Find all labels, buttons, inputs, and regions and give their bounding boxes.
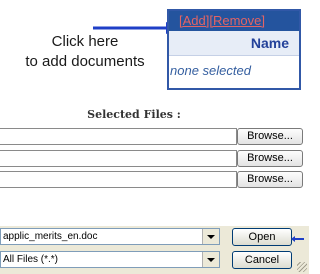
file-name-value: applic_merits_en.doc — [3, 231, 98, 242]
browse-button[interactable]: Browse... — [237, 150, 303, 167]
remove-link[interactable]: [Remove] — [209, 13, 265, 28]
file-path-field[interactable] — [0, 171, 237, 188]
file-open-dialog: applic_merits_en.doc All Files (*.*) Ope… — [0, 226, 309, 274]
file-type-combo[interactable]: All Files (*.*) — [0, 251, 220, 268]
pointer-arrow-icon — [291, 236, 304, 242]
file-name-combo[interactable]: applic_merits_en.doc — [0, 228, 220, 245]
name-column-header[interactable]: Name — [169, 31, 299, 56]
documents-panel: [Add][Remove] Name none selected — [167, 9, 301, 90]
add-link[interactable]: [Add] — [179, 13, 209, 28]
cancel-button[interactable]: Cancel — [232, 251, 292, 269]
file-type-value: All Files (*.*) — [3, 254, 59, 265]
resize-grip-icon[interactable] — [297, 262, 307, 272]
file-row: Browse... — [0, 128, 309, 145]
file-path-field[interactable] — [0, 128, 237, 145]
browse-button[interactable]: Browse... — [237, 171, 303, 188]
hint-line-2: to add documents — [25, 53, 145, 70]
file-row: Browse... — [0, 171, 309, 188]
panel-header: [Add][Remove] — [169, 11, 299, 31]
chevron-down-icon[interactable] — [202, 252, 219, 267]
file-path-field[interactable] — [0, 150, 237, 167]
browse-button[interactable]: Browse... — [237, 128, 303, 145]
open-button[interactable]: Open — [232, 228, 292, 246]
selected-files-title: Selected Files : — [87, 108, 181, 121]
chevron-down-icon[interactable] — [202, 229, 219, 244]
empty-selection-text: none selected — [170, 63, 251, 78]
file-row: Browse... — [0, 150, 309, 167]
